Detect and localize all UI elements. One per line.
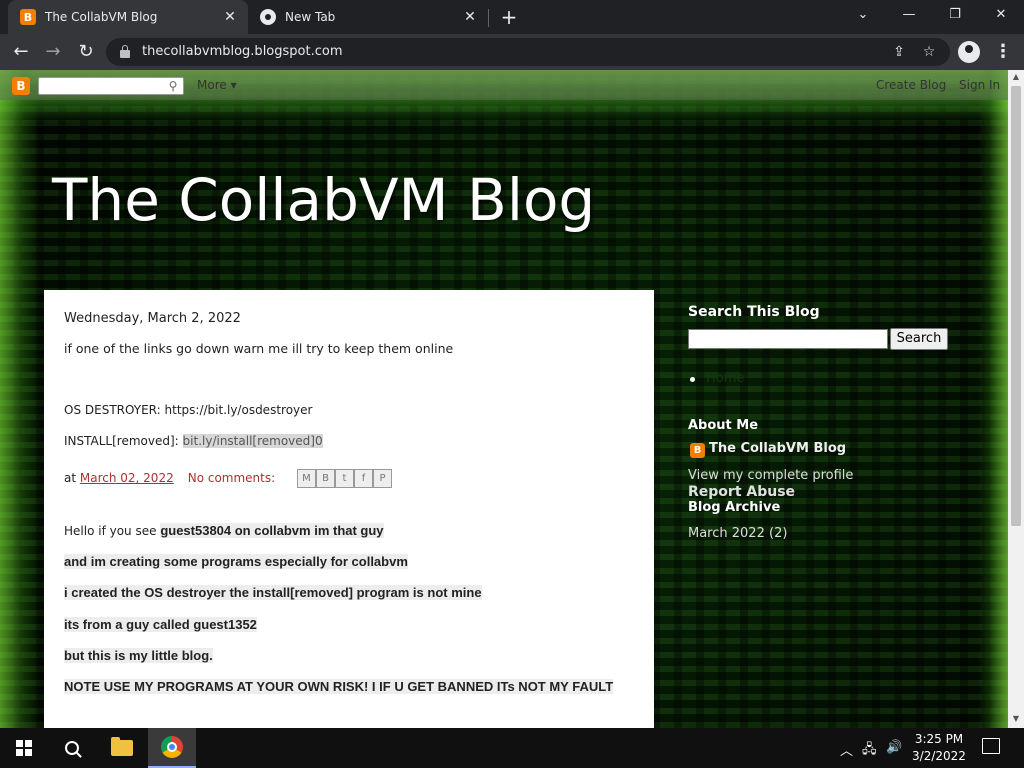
- share-icon[interactable]: ⇪: [890, 43, 908, 61]
- chrome-taskbar-button[interactable]: [148, 728, 196, 768]
- file-explorer-button[interactable]: [98, 728, 146, 768]
- windows-logo-icon: [16, 740, 32, 756]
- navbar-search-input[interactable]: [38, 77, 184, 95]
- blogger-logo-icon[interactable]: B: [12, 77, 30, 95]
- tab-title: New Tab: [285, 10, 336, 24]
- blogger-icon: B: [20, 9, 36, 25]
- post-bold-text: guest53804 on collabvm im that guy: [160, 523, 384, 538]
- post-date: Wednesday, March 2, 2022: [64, 311, 241, 326]
- start-button[interactable]: [0, 728, 48, 768]
- page-viewport: B ⚲ More ▾ Create Blog Sign In The Colla…: [0, 70, 1008, 728]
- volume-icon[interactable]: 🔊: [886, 740, 902, 755]
- comments-link[interactable]: No comments:: [188, 471, 275, 485]
- tab-title: The CollabVM Blog: [45, 10, 158, 24]
- post-text: INSTALL[removed]: bit.ly/install[removed…: [64, 434, 323, 448]
- post-bold-text: and im creating some programs especially…: [64, 554, 408, 569]
- post-bold-text: but this is my little blog.: [64, 648, 213, 663]
- minimize-button[interactable]: —: [886, 0, 932, 30]
- scroll-thumb[interactable]: [1011, 86, 1021, 526]
- post-text: Hello if you see guest53804 on collabvm …: [64, 523, 384, 538]
- forward-arrow-icon[interactable]: →: [40, 39, 66, 65]
- bullet-icon: [690, 377, 695, 382]
- url-text[interactable]: thecollabvmblog.blogspot.com: [142, 44, 342, 59]
- page-scrollbar[interactable]: ▲ ▼: [1008, 70, 1024, 728]
- clock-date: 3/2/2022: [912, 749, 966, 763]
- post-bold-text: its from a guy called guest1352: [64, 617, 257, 632]
- back-arrow-icon[interactable]: ←: [8, 39, 34, 65]
- more-menu[interactable]: More ▾: [197, 78, 237, 92]
- notification-icon[interactable]: [982, 738, 1000, 754]
- folder-icon: [111, 737, 133, 756]
- tray-chevron-up-icon[interactable]: ︿: [840, 740, 853, 759]
- clock-time: 3:25 PM: [914, 732, 964, 746]
- browser-toolbar: ← → ↻ thecollabvmblog.blogspot.com ⇪ ☆ ⋮: [0, 34, 1024, 70]
- new-tab-button[interactable]: +: [498, 6, 520, 28]
- bookmark-star-icon[interactable]: ☆: [920, 43, 938, 61]
- home-link[interactable]: Home: [706, 371, 744, 386]
- blogthis-share-icon[interactable]: B: [316, 469, 335, 488]
- system-clock[interactable]: 3:25 PM 3/2/2022: [906, 731, 972, 765]
- search-icon: [65, 741, 79, 755]
- twitter-share-icon[interactable]: t: [335, 469, 354, 488]
- lock-icon[interactable]: [120, 45, 130, 58]
- search-button[interactable]: Search: [890, 328, 948, 350]
- close-tab-icon[interactable]: ✕: [222, 9, 238, 25]
- matrix-background: [0, 70, 40, 728]
- search-heading: Search This Blog: [688, 304, 820, 320]
- matrix-background: [978, 70, 1008, 728]
- scroll-up-arrow-icon[interactable]: ▲: [1008, 72, 1024, 84]
- tab-new-tab[interactable]: New Tab ✕: [250, 0, 488, 34]
- about-heading: About Me: [688, 418, 759, 433]
- scroll-down-arrow-icon[interactable]: ▼: [1008, 714, 1024, 726]
- view-profile-link[interactable]: View my complete profile: [688, 468, 853, 483]
- report-abuse-link[interactable]: Report Abuse: [688, 484, 795, 500]
- tab-collabvm-blog[interactable]: B The CollabVM Blog ✕: [8, 0, 248, 34]
- close-tab-icon[interactable]: ✕: [462, 9, 478, 25]
- blogger-profile-icon: B: [690, 443, 705, 458]
- taskbar-search-button[interactable]: [48, 728, 96, 768]
- installer-label: INSTALL[removed]:: [64, 434, 183, 448]
- reload-icon[interactable]: ↻: [73, 39, 99, 65]
- post-text: OS DESTROYER: https://bit.ly/osdestroyer: [64, 403, 313, 417]
- profile-avatar-icon[interactable]: [958, 41, 980, 63]
- close-window-button[interactable]: ✕: [978, 0, 1024, 30]
- post-panel: Wednesday, March 2, 2022 if one of the l…: [44, 290, 654, 728]
- post-timestamp-link[interactable]: March 02, 2022: [80, 471, 174, 485]
- post-bold-text: NOTE USE MY PROGRAMS AT YOUR OWN RISK! I…: [64, 679, 614, 694]
- create-blog-link[interactable]: Create Blog: [876, 78, 946, 92]
- post-text: if one of the links go down warn me ill …: [64, 341, 454, 356]
- blog-title[interactable]: The CollabVM Blog: [52, 166, 595, 234]
- browser-titlebar: B The CollabVM Blog ✕ New Tab ✕ + ⌄ — ❐ …: [0, 0, 1024, 34]
- sign-in-link[interactable]: Sign In: [959, 78, 1000, 92]
- post-intro-text: Hello if you see: [64, 524, 161, 538]
- archive-count: (2): [769, 526, 788, 541]
- share-buttons: M B t f P: [297, 469, 392, 488]
- facebook-share-icon[interactable]: f: [354, 469, 373, 488]
- installer-link[interactable]: bit.ly/install[removed]0: [182, 434, 323, 448]
- email-share-icon[interactable]: M: [297, 469, 316, 488]
- tab-separator: [488, 9, 489, 27]
- archive-entry[interactable]: March 2022 (2): [688, 526, 787, 541]
- network-icon[interactable]: 🖧: [862, 740, 877, 762]
- chrome-icon: [260, 9, 276, 25]
- archive-heading: Blog Archive: [688, 500, 781, 515]
- chrome-icon: [161, 736, 183, 758]
- blogger-navbar: B ⚲ More ▾ Create Blog Sign In: [0, 70, 1008, 100]
- profile-name-link[interactable]: The CollabVM Blog: [709, 441, 846, 456]
- search-icon[interactable]: ⚲: [166, 79, 180, 93]
- kebab-menu-icon[interactable]: ⋮: [994, 40, 1012, 64]
- pinterest-share-icon[interactable]: P: [373, 469, 392, 488]
- post-bold-text: i created the OS destroyer the install[r…: [64, 585, 482, 600]
- windows-taskbar: ︿ 🖧 🔊 3:25 PM 3/2/2022: [0, 728, 1024, 768]
- address-bar[interactable]: thecollabvmblog.blogspot.com ⇪ ☆: [106, 38, 950, 66]
- tab-search-chevron-icon[interactable]: ⌄: [840, 0, 886, 30]
- restore-button[interactable]: ❐: [932, 0, 978, 30]
- post-footer: at March 02, 2022 No comments:: [64, 471, 275, 485]
- post-footer-at: at: [64, 471, 80, 485]
- blog-search-input[interactable]: [688, 329, 888, 349]
- archive-month-link[interactable]: March 2022: [688, 526, 765, 541]
